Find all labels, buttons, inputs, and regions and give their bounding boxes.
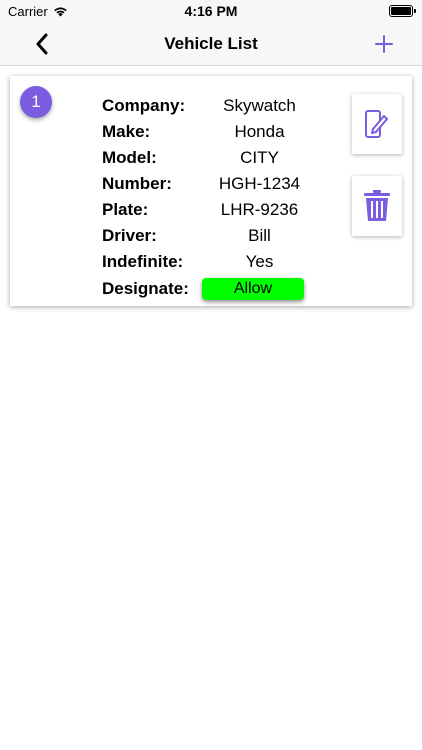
plus-icon <box>375 35 393 53</box>
field-label: Plate: <box>102 200 149 219</box>
trash-icon <box>364 190 390 221</box>
field-model: Model: CITY <box>102 145 317 171</box>
field-value: CITY <box>240 148 279 167</box>
field-value: Honda <box>234 122 285 141</box>
vehicle-card: 1 Company: Skywatch Make: Honda Model: C… <box>10 76 412 306</box>
page-title: Vehicle List <box>164 34 258 53</box>
add-vehicle-button[interactable] <box>370 30 398 58</box>
field-indefinite: Indefinite: Yes <box>102 249 317 275</box>
field-label: Number: <box>102 174 172 193</box>
field-designate: Designate: Allow <box>102 276 317 302</box>
designate-allow-badge[interactable]: Allow <box>202 278 304 300</box>
field-driver: Driver: Bill <box>102 223 317 249</box>
status-time: 4:16 PM <box>184 3 238 19</box>
field-label: Driver: <box>102 226 157 245</box>
field-value: Bill <box>248 226 271 245</box>
edit-icon <box>365 110 388 138</box>
field-label: Make: <box>102 122 151 141</box>
field-value: Skywatch <box>223 96 296 115</box>
edit-button[interactable] <box>352 94 402 154</box>
delete-button[interactable] <box>352 176 402 236</box>
battery-icon <box>389 5 416 17</box>
index-badge: 1 <box>20 86 52 118</box>
field-value: LHR-9236 <box>220 200 299 219</box>
field-label: Indefinite: <box>102 252 184 271</box>
status-bar: Carrier 4:16 PM <box>0 0 422 22</box>
field-number: Number: HGH-1234 <box>102 171 317 197</box>
field-label: Model: <box>102 148 157 167</box>
navigation-bar: Vehicle List <box>0 22 422 66</box>
field-label: Company: <box>102 96 186 115</box>
field-value: HGH-1234 <box>218 174 301 193</box>
field-make: Make: Honda <box>102 119 317 145</box>
field-company: Company: Skywatch <box>102 93 317 119</box>
field-value: Yes <box>245 252 274 271</box>
field-plate: Plate: LHR-9236 <box>102 197 317 223</box>
field-label: Designate: <box>102 279 189 298</box>
